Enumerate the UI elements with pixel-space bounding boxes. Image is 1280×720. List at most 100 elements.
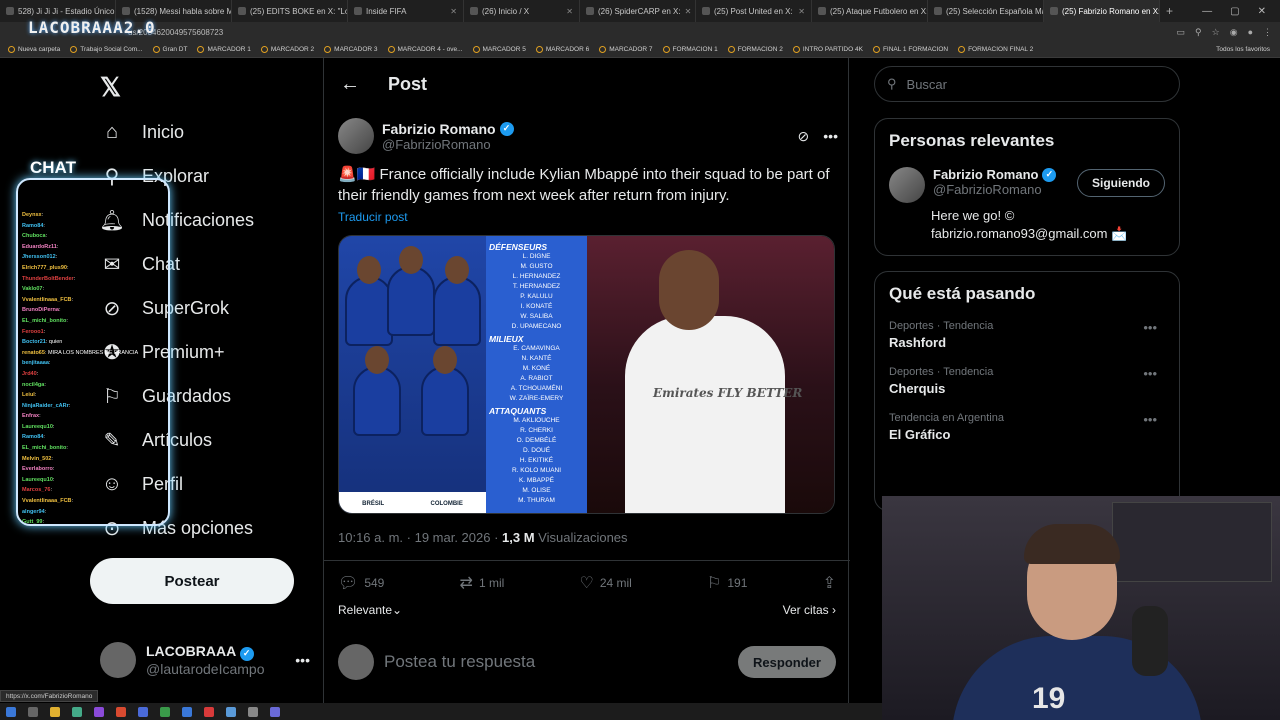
address-bar[interactable]: us/2034620049575608723 ▭ ⚲ ☆ ◉ ● ⋮ [0,22,1280,42]
quotes-link[interactable]: Ver citas › [783,603,836,617]
bookmark-icon [792,46,800,53]
author-avatar[interactable] [338,118,374,154]
bookmark-item[interactable]: MARCADOR 4 - ove... [387,46,463,53]
tweet-tools: ⊘ ••• [798,128,838,145]
x-logo-icon[interactable]: 𝕏 [100,72,121,103]
minimize-icon[interactable]: — [1202,6,1212,17]
translate-link[interactable]: Traducir post [338,210,408,224]
bookmark-action[interactable]: ⚐ 191 [707,573,747,593]
person-handle[interactable]: @FabrizioRomano [933,182,1056,197]
back-arrow-icon[interactable]: ← [340,73,360,96]
app-icon[interactable] [226,706,236,717]
browser-tab[interactable]: Inside FIFA ✕ [348,0,464,22]
search-input[interactable]: ⚲ Buscar [874,66,1180,102]
browser-tab[interactable]: (25) Ataque Futbolero en X:✕ [812,0,928,22]
discord-icon[interactable] [270,706,280,717]
zoom-icon[interactable]: ⚲ [1195,27,1202,38]
favicon-icon [470,7,478,15]
nav-item-inicio[interactable]: ⌂ Inicio [100,120,184,144]
bookmark-item[interactable]: FINAL 1 FORMACION [872,46,948,53]
menu-icon[interactable]: ⋮ [1263,27,1272,38]
app-icon[interactable] [248,706,258,717]
browser-tab[interactable]: (25) Selección Española Mas✕ [928,0,1044,22]
bookmark-item[interactable]: MARCADOR 3 [324,46,378,53]
browser-tab[interactable]: (26) SpiderCARP en X: ✕ [580,0,696,22]
bookmark-item[interactable]: MARCADOR 5 [472,46,526,53]
author-name[interactable]: Fabrizio Romano ✓ [382,121,514,137]
reply-action[interactable]: 💬︎ 549 [338,573,384,593]
account-switcher[interactable]: LACOBRAAA ✓ @lautarodeIcampo ••• [100,642,310,678]
search-icon[interactable] [28,706,38,717]
reply-button[interactable]: Responder [738,646,836,678]
extension-icon[interactable]: ◉ [1230,27,1238,38]
close-icon[interactable]: ✕ [685,7,692,16]
trend-item[interactable]: Deportes · Tendencia Rashford ••• [889,320,1165,350]
chat-message: EL_michi_bonito: [22,317,68,324]
steam-icon[interactable] [138,706,148,717]
cast-icon[interactable]: ▭ [1177,27,1186,38]
browser-tab[interactable]: (26) Inicio / X ✕ [464,0,580,22]
trend-item[interactable]: Deportes · Tendencia Cherquis ••• [889,366,1165,396]
bookmark-icon [872,46,880,53]
browser-toolbar-icons: ▭ ⚲ ☆ ◉ ● ⋮ [1177,27,1272,38]
chat-message: VvalentIinaaa_FCB: [22,296,74,303]
post-button[interactable]: Postear [90,558,294,604]
browser-tab[interactable]: (25) Post United en X: ✕ [696,0,812,22]
bookmark-icon [8,46,15,53]
bookmark-item[interactable]: Gran DT [152,46,187,53]
browser-tab[interactable]: (25) Fabrizio Romano en X:✕ [1044,0,1160,22]
profile-icon[interactable]: ● [1248,27,1253,38]
bookmark-item[interactable]: FORMACION FINAL 2 [958,46,1033,53]
bookmark-item[interactable]: FORMACION 1 [662,46,718,53]
mbappe-photo: Emirates FLY BETTER [587,236,834,513]
relevant-person[interactable]: Fabrizio Romano ✓ @FabrizioRomano Siguien… [889,167,1165,203]
app-icon[interactable] [204,706,214,717]
more-icon[interactable]: ••• [295,652,310,668]
verified-icon: ✓ [1042,167,1057,182]
bookmark-item[interactable]: MARCADOR 6 [535,46,589,53]
tweet-media[interactable]: BRÉSIL COLOMBIE DÉFENSEURS L. DIGNE M. GUS… [338,235,835,514]
close-icon[interactable]: ✕ [798,7,805,16]
author-handle[interactable]: @FabrizioRomano [382,137,514,152]
all-bookmarks[interactable]: Todos los favoritos [1216,46,1280,53]
repost-action[interactable]: ⇄ 1 mil [460,573,505,593]
app-icon[interactable] [160,706,170,717]
maximize-icon[interactable]: ▢ [1230,6,1239,17]
chat-message: EL_michi_bonito: [22,445,68,452]
share-action[interactable]: ⇪ [823,573,836,593]
app-icon[interactable] [182,706,192,717]
reply-input[interactable]: Postea tu respuesta [384,652,535,672]
grok-icon[interactable]: ⊘ [798,128,810,145]
close-icon[interactable]: ✕ [1258,6,1266,17]
squad-player: H. EKITIKÉ [519,457,554,464]
person-name[interactable]: Fabrizio Romano ✓ [933,167,1057,182]
app-icon[interactable] [94,706,104,717]
squad-player: E. CAMAVINGA [513,345,560,352]
bookmark-item[interactable]: MARCADOR 7 [599,46,653,53]
like-action[interactable]: ♡ 24 mil [579,573,631,593]
trend-item[interactable]: Tendencia en Argentina El Gráfico ••• [889,412,1165,442]
more-icon[interactable]: ••• [1143,320,1157,335]
bookmark-item[interactable]: Trabajo Social Com... [70,46,143,53]
more-icon[interactable]: ••• [1143,366,1157,381]
app-icon[interactable] [116,706,126,717]
browser-tab[interactable]: (25) EDITS BOKE en X: "Los o✕ [232,0,348,22]
chrome-icon[interactable] [72,706,82,717]
chat-message: Chuboca: [22,233,48,240]
bookmark-item[interactable]: Nueva carpeta [8,46,60,53]
bookmark-item[interactable]: FORMACION 2 [727,46,783,53]
following-button[interactable]: Siguiendo [1077,169,1165,197]
person-avatar[interactable] [889,167,925,203]
more-icon[interactable]: ••• [1143,412,1157,427]
folder-icon[interactable] [50,706,60,717]
new-tab-button[interactable]: + [1160,4,1179,18]
more-icon[interactable]: ••• [823,128,838,145]
star-icon[interactable]: ☆ [1212,27,1220,38]
sort-dropdown[interactable]: Relevante⌄ [338,603,402,617]
bookmark-item[interactable]: MARCADOR 1 [197,46,251,53]
start-icon[interactable] [6,706,16,717]
bookmark-item[interactable]: MARCADOR 2 [260,46,314,53]
bookmark-item[interactable]: INTRO PARTIDO 4K [792,46,863,53]
close-icon[interactable]: ✕ [450,7,457,16]
close-icon[interactable]: ✕ [566,7,573,16]
